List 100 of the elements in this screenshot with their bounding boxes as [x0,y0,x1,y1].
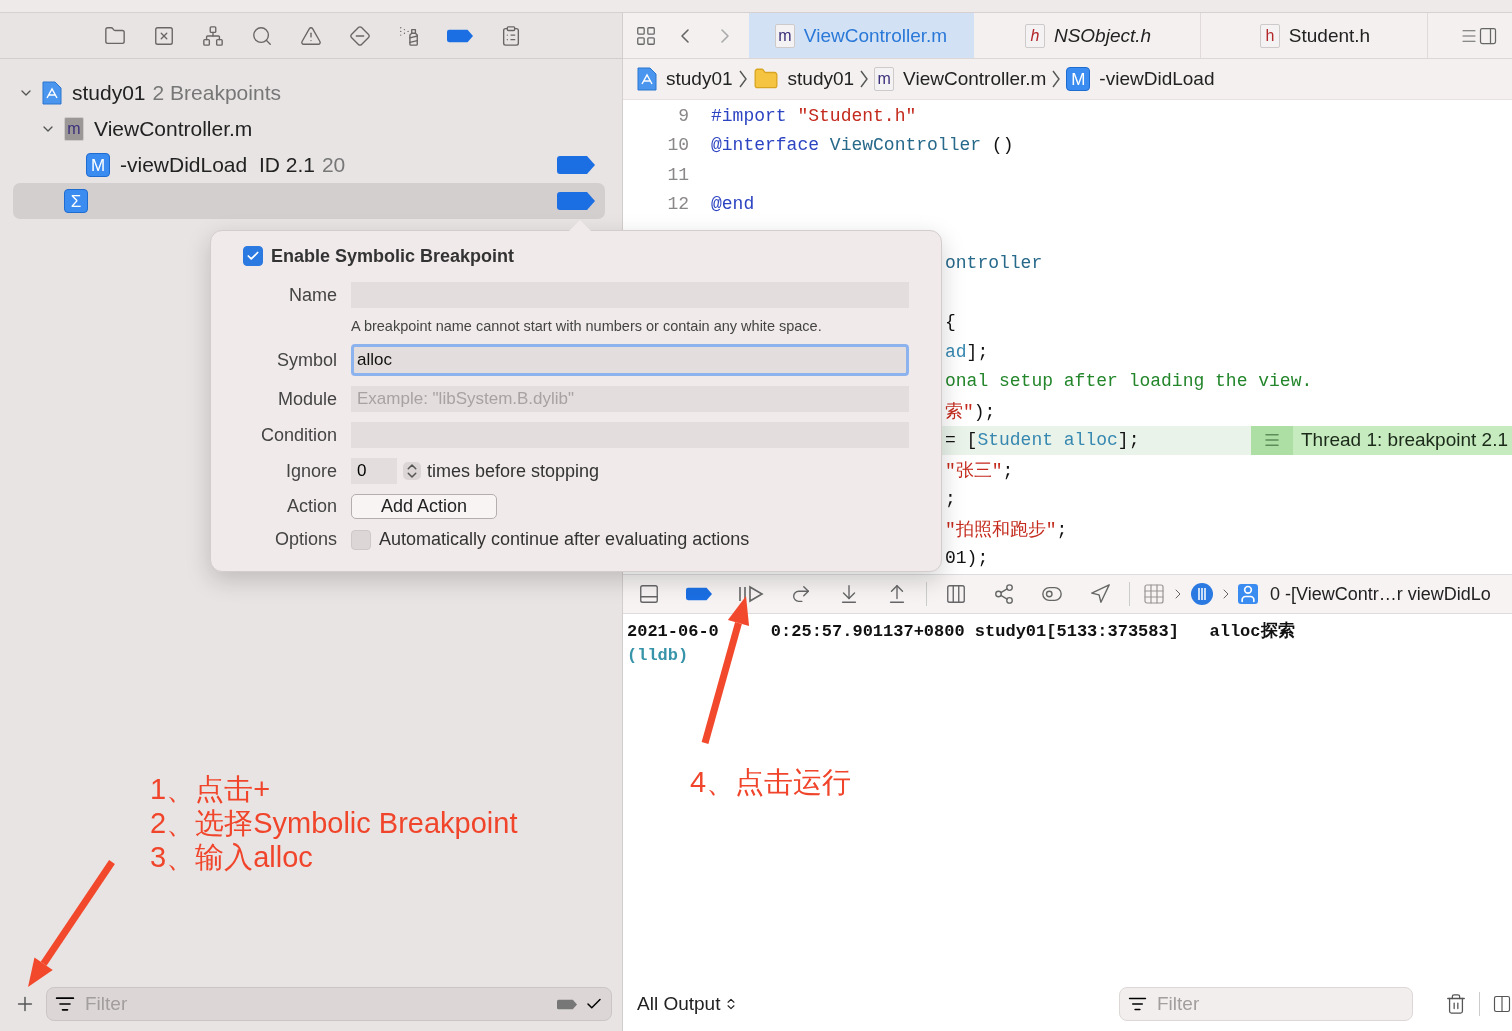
stepper-icon[interactable] [403,462,421,480]
path-item[interactable]: study01 [787,68,855,90]
code-line: 01); [945,548,989,569]
project-icon [637,67,657,91]
path-item[interactable]: study01 [666,68,733,90]
field-label: Ignore [284,460,337,482]
breakpoint-filter-icon[interactable] [557,998,577,1010]
trash-icon[interactable] [1445,992,1467,1015]
path-item[interactable]: ViewController.m [903,68,1047,90]
field-label: Condition [259,424,337,446]
columns-icon[interactable] [945,583,967,605]
filter-field[interactable]: Filter [1119,986,1413,1021]
line-number: 11 [666,164,689,185]
row-detail: 20 [321,153,346,177]
checkbox[interactable] [243,246,263,266]
field-label: Symbol [275,349,337,371]
method-icon: M [86,153,110,177]
editor-tab[interactable]: m ViewController.m [749,13,974,58]
add-action-button[interactable]: Add Action [351,494,497,519]
chevron-icon [738,70,747,88]
filter-input[interactable]: Filter [83,992,549,1016]
code-line: #import "Student.h" [711,105,917,126]
check-icon [246,249,260,263]
panel-icon[interactable] [638,583,660,605]
row-label: study01 [72,81,146,105]
checkbox-label: Automatically continue after evaluating actions [379,529,750,550]
text-field[interactable]: Example: "libSystem.B.dylib" [351,386,909,412]
search-icon[interactable] [251,24,273,47]
breakpoint-annotation: Thread 1: breakpoint 2.1 [1250,425,1512,455]
console-log: 2021-06-0 0:25:57.901137+0800 study01[5133:373583] alloc探索 [627,620,1296,643]
square-x-icon[interactable] [153,24,175,47]
code-line: @interface ViewController () [711,135,1014,156]
graph-icon[interactable] [993,583,1015,605]
breakpoint-icon[interactable] [447,28,473,43]
annotation-text: 2、选择Symbolic Breakpoint [150,806,518,840]
code-line: "拍照和跑步"; [945,518,1068,541]
editor-tab[interactable]: h Student.h [1203,13,1428,58]
continue-icon[interactable] [738,584,764,604]
code-line: ad]; [945,341,989,362]
field-label: Action [285,496,337,517]
code-line: 索"); [945,400,996,423]
code-line: @end [711,194,755,215]
editor-tab[interactable]: h NSObject.h [976,13,1201,58]
annotation-text: 4、点击运行 [690,765,852,800]
row-label: -viewDidLoad ID 2.1 [120,153,315,177]
annotation-text: 1、点击+ [150,772,272,806]
line-number: 9 [677,105,689,126]
field-suffix: times before stopping [427,460,600,482]
chevron-icon [1052,70,1061,88]
annotation-text: 3、输入alloc [150,840,314,874]
code-line: ; [945,489,956,510]
breakpoint-row[interactable]: study01 2 Breakpoints [13,75,605,111]
breakpoint-marker[interactable] [557,192,595,210]
breakpoint-marker[interactable] [557,156,595,174]
checkbox[interactable] [351,529,371,550]
symbol-icon: Σ [64,189,88,213]
step-over-icon[interactable] [790,583,812,605]
field-label: Name [288,284,337,306]
hierarchy-icon[interactable] [202,24,224,47]
filter-field[interactable]: Filter [46,987,612,1021]
path-item[interactable]: -viewDidLoad [1099,68,1215,90]
warning-icon[interactable] [300,24,322,47]
checkbox-label: Enable Symbolic Breakpoint [271,245,515,267]
folder-icon[interactable] [104,24,126,47]
method-icon: M [1066,67,1091,91]
filter-input[interactable]: Filter [1155,991,1404,1016]
thread-icon[interactable] [1190,582,1214,606]
line-number: 10 [666,135,689,156]
stack-frame[interactable]: 0 -[ViewContr…r viewDidLo [1270,583,1491,605]
split-icon[interactable] [1492,993,1512,1014]
breakpoint-toggle-icon[interactable] [686,587,712,601]
breakpoint-row[interactable]: m ViewController.m [13,111,605,147]
text-field[interactable]: alloc [351,344,909,376]
file-icon: m [64,117,84,141]
code-line: "张三"; [945,459,1014,482]
frame-icon[interactable] [1238,584,1258,604]
list-icon[interactable] [500,24,522,47]
field-hint: A breakpoint name cannot start with numbers or contain any white space. [351,318,823,334]
breakpoint-row[interactable]: M -viewDidLoad ID 2.1 20 [13,147,605,183]
console-prompt: (lldb) [627,645,690,667]
row-label: ViewController.m [94,117,253,141]
code-line: ontroller [945,253,1043,274]
code-line: = [Student alloc]; [945,430,1140,451]
code-line: { [945,312,956,333]
line-number: 12 [666,194,689,215]
chevron-icon [860,70,869,88]
grid-icon[interactable] [635,24,657,47]
inspector-icon[interactable] [1478,25,1498,46]
number-field[interactable]: 0 [351,458,397,484]
field-label: Options [273,529,337,550]
code-line: onal setup after loading the view. [945,371,1313,392]
diamond-icon[interactable] [349,24,371,47]
row-detail: 2 Breakpoints [152,81,281,105]
location-icon[interactable] [1089,583,1111,605]
spray-icon[interactable] [398,24,420,47]
file-icon: m [874,67,895,91]
field-label: Module [276,388,337,410]
filter-icon [55,994,75,1014]
project-icon [42,81,62,105]
output-selector[interactable]: All Output [637,992,739,1015]
